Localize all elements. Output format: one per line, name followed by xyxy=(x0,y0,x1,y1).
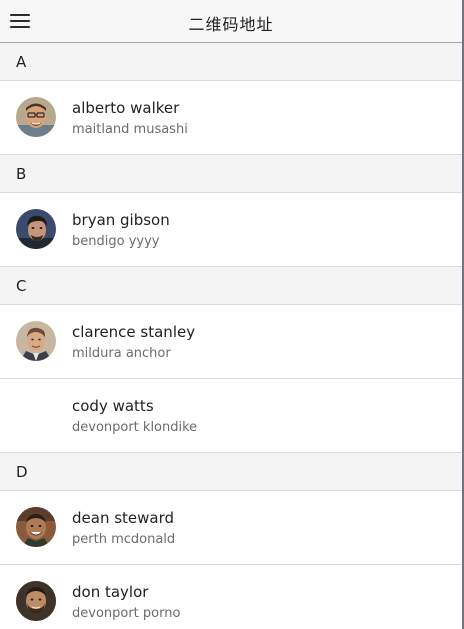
contact-name: don taylor xyxy=(72,583,149,601)
avatar xyxy=(16,97,56,137)
contact-name: clarence stanley xyxy=(72,323,196,341)
section-header-d: D xyxy=(0,453,462,491)
contact-name: cody watts xyxy=(72,397,154,415)
contact-name: alberto walker xyxy=(72,99,180,117)
section-letter: A xyxy=(16,53,27,71)
contact-name: dean steward xyxy=(72,509,175,527)
avatar xyxy=(16,507,56,547)
avatar xyxy=(16,209,56,249)
section-letter: B xyxy=(16,165,27,183)
contact-row-don-taylor[interactable]: don taylor devonport porno xyxy=(0,565,462,629)
contact-row-bryan-gibson[interactable]: bryan gibson bendigo yyyy xyxy=(0,193,462,267)
contact-location: devonport porno xyxy=(72,606,181,621)
section-letter: D xyxy=(16,463,28,481)
contact-location: maitland musashi xyxy=(72,122,188,137)
contact-list: A alberto walker maitland musashi B brya… xyxy=(0,43,462,629)
avatar xyxy=(16,581,56,621)
contact-location: mildura anchor xyxy=(72,346,171,361)
contact-row-cody-watts[interactable]: cody watts devonport klondike xyxy=(0,379,462,453)
section-header-b: B xyxy=(0,155,462,193)
avatar xyxy=(16,321,56,361)
contact-location: perth mcdonald xyxy=(72,532,176,547)
contact-name: bryan gibson xyxy=(72,211,170,229)
section-header-a: A xyxy=(0,43,462,81)
contacts-app: 二维码地址 A alberto walker maitland musashi … xyxy=(0,0,463,629)
section-header-c: C xyxy=(0,267,462,305)
section-letter: C xyxy=(16,277,27,295)
contact-location: devonport klondike xyxy=(72,420,198,435)
contact-location: bendigo yyyy xyxy=(72,234,160,249)
app-header: 二维码地址 xyxy=(0,0,462,43)
contact-row-clarence-stanley[interactable]: clarence stanley mildura anchor xyxy=(0,305,462,379)
page-title: 二维码地址 xyxy=(188,15,274,34)
contact-row-dean-steward[interactable]: dean steward perth mcdonald xyxy=(0,491,462,565)
contact-row-alberto-walker[interactable]: alberto walker maitland musashi xyxy=(0,81,462,155)
